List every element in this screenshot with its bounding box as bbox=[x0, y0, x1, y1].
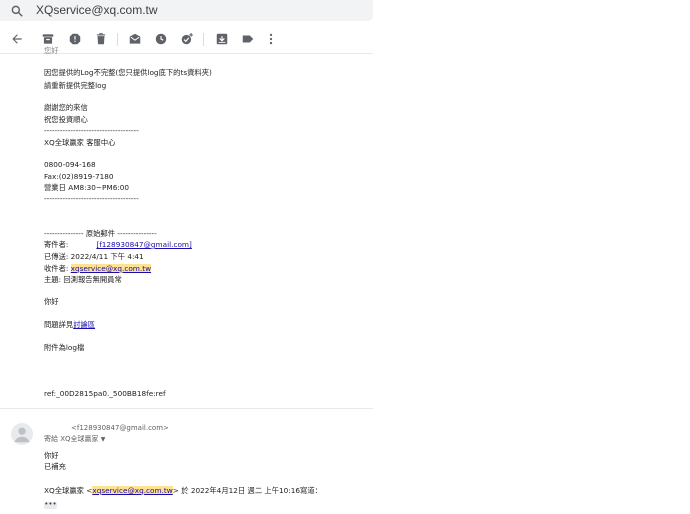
avatar[interactable] bbox=[11, 423, 33, 445]
message-body-line: 你好 bbox=[44, 451, 59, 460]
original-message-header: --------------- 原始郵件 --------------- bbox=[44, 229, 157, 238]
problem-line: 問題詳見討論區 bbox=[44, 320, 95, 329]
signature-name: XQ全球贏家 客服中心 bbox=[44, 138, 116, 147]
chevron-down-icon[interactable]: ▼ bbox=[101, 436, 106, 443]
add-to-tasks-icon[interactable] bbox=[180, 32, 194, 46]
from-email-link[interactable]: [f128930847@gmail.com] bbox=[96, 240, 192, 249]
message-body-line: 因您提供的Log不完整(您只提供log底下的ts資料夾) bbox=[44, 68, 212, 77]
original-sent-line: 已傳送: 2022/4/11 下午 4:41 bbox=[44, 252, 144, 261]
toolbar-divider bbox=[117, 33, 118, 46]
ref-code: ref:_00D2815pa0._500BB18fe:ref bbox=[44, 389, 166, 398]
recipient-label: 寄給 XQ全球贏家 bbox=[44, 435, 99, 443]
quote-suffix: > 於 2022年4月12日 週二 上午10:16寫道： bbox=[172, 486, 322, 495]
to-email-link[interactable]: xqservice@xq.com.tw bbox=[70, 264, 152, 273]
move-to-icon[interactable] bbox=[215, 32, 229, 46]
original-to-line: 收件者: xqservice@xq.com.tw bbox=[44, 264, 152, 273]
recipient-line[interactable]: 寄給 XQ全球贏家 ▼ bbox=[44, 435, 105, 444]
signature-phone: 0800-094-168 bbox=[44, 160, 96, 169]
from-label: 寄件者: bbox=[44, 240, 69, 249]
original-from-line: 寄件者: [f128930847@gmail.com] bbox=[44, 240, 192, 249]
snooze-icon[interactable] bbox=[154, 32, 168, 46]
quote-prefix: XQ全球贏家 < bbox=[44, 486, 93, 495]
toolbar-divider bbox=[203, 33, 204, 46]
to-label: 收件者: bbox=[44, 264, 71, 273]
signature-hours: 營業日 AM8:30~PM6:00 bbox=[44, 183, 130, 192]
mark-unread-icon[interactable] bbox=[128, 32, 142, 46]
back-arrow-icon[interactable] bbox=[10, 32, 24, 46]
message-body-line: 請重新提供完整log bbox=[44, 81, 107, 90]
archive-icon[interactable] bbox=[41, 32, 55, 46]
label-icon[interactable] bbox=[241, 32, 255, 46]
signature-fax: Fax:(02)8919-7180 bbox=[44, 172, 114, 181]
more-vert-icon[interactable] bbox=[264, 32, 278, 46]
problem-prefix: 問題詳見 bbox=[44, 320, 74, 329]
quote-email-link[interactable]: xqservice@xq.com.tw bbox=[92, 486, 173, 495]
message-body-line: 您好 bbox=[44, 46, 59, 55]
message-body-line: 祝您投資順心 bbox=[44, 115, 88, 124]
message-body-line: 附件為log檔 bbox=[44, 343, 85, 352]
show-trimmed-content-button[interactable]: ••• bbox=[44, 501, 57, 509]
search-icon[interactable] bbox=[10, 3, 24, 17]
signature-divider: ------------------------------------ bbox=[44, 194, 139, 203]
message-body-line: 已補充 bbox=[44, 462, 66, 471]
search-input[interactable]: XQservice@xq.com.tw bbox=[36, 3, 158, 17]
delete-icon[interactable] bbox=[94, 32, 108, 46]
forum-link[interactable]: 討論區 bbox=[73, 320, 95, 329]
quote-header: XQ全球贏家 <xqservice@xq.com.tw> 於 2022年4月12… bbox=[44, 486, 322, 495]
message-body-line: 謝謝您的來信 bbox=[44, 103, 88, 112]
report-spam-icon[interactable] bbox=[68, 32, 82, 46]
original-subject-line: 主題: 回測報告無開員常 bbox=[44, 275, 122, 284]
message-body-line: 你好 bbox=[44, 297, 59, 306]
signature-divider: ------------------------------------ bbox=[44, 126, 139, 135]
sender-email: <f128930847@gmail.com> bbox=[71, 424, 169, 432]
search-bar[interactable]: XQservice@xq.com.tw bbox=[0, 0, 373, 21]
message-divider bbox=[0, 408, 373, 409]
